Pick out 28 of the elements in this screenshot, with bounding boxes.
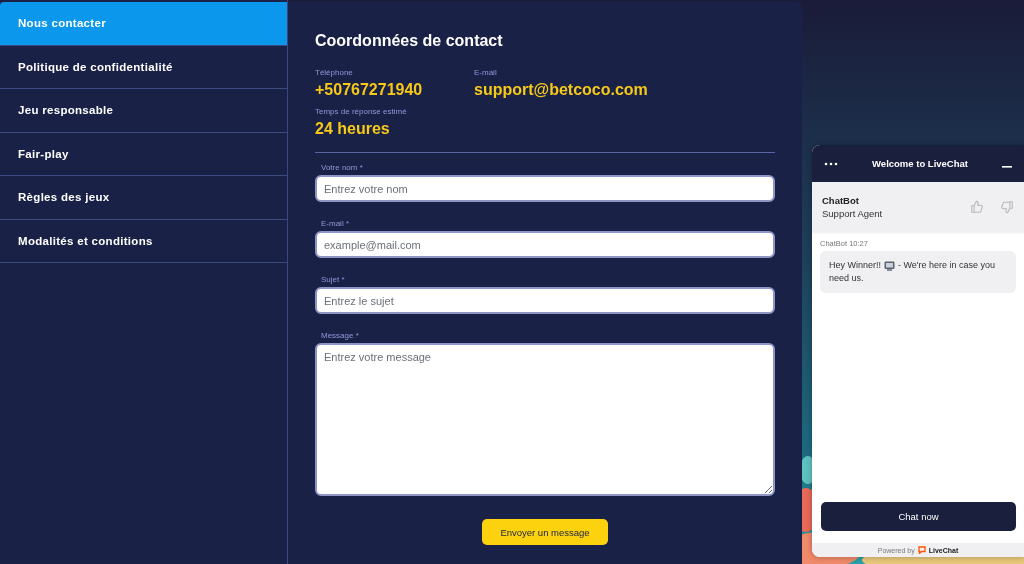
send-button[interactable]: Envoyer un message — [482, 519, 608, 545]
detail-value: support@betcoco.com — [474, 81, 649, 99]
message-text: Hey Winner!! — [829, 259, 881, 272]
message-text: need us. — [829, 272, 864, 285]
input-field[interactable]: example@mail.com — [315, 231, 775, 258]
detail-value: +50767271940 — [315, 81, 424, 99]
message-field[interactable]: Entrez votre message — [315, 343, 775, 496]
input-field[interactable]: Entrez votre nom — [315, 175, 775, 202]
section-title: Coordonnées de contact — [315, 32, 504, 50]
chat-now-button[interactable]: Chat now — [821, 502, 1016, 531]
thumbs-down-icon[interactable] — [1000, 200, 1014, 214]
agent-role: Support Agent — [822, 208, 883, 219]
speech-bubble-icon — [917, 546, 926, 554]
input-field[interactable]: Entrez le sujet — [315, 287, 775, 314]
field-label: E-mail * — [320, 219, 350, 228]
detail-label: E-mail — [474, 68, 498, 77]
field-label: Sujet * — [320, 275, 346, 284]
agent-name: ChatBot — [822, 195, 860, 206]
chat-title: Welcome to LiveChat — [872, 158, 968, 169]
message-text: - We're here in case you — [898, 259, 996, 272]
more-icon[interactable] — [824, 161, 838, 166]
detail-label: Temps de réponse estimé — [315, 107, 408, 116]
detail-label: Téléphone — [315, 68, 354, 77]
thumbs-up-icon[interactable] — [970, 200, 984, 214]
field-label: Votre nom * — [320, 163, 364, 172]
field-label: Message * — [320, 331, 360, 340]
monitor-icon — [884, 260, 895, 271]
detail-value: 24 heures — [315, 120, 391, 138]
